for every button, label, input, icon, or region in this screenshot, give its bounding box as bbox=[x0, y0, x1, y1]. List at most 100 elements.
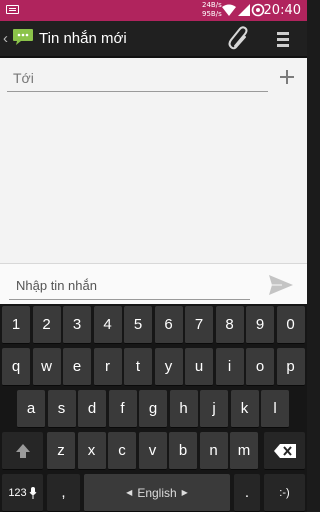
key-label: u bbox=[194, 358, 204, 375]
key-label: q bbox=[11, 358, 21, 375]
period-key[interactable]: . bbox=[234, 474, 260, 512]
key-r[interactable]: r bbox=[93, 348, 122, 386]
message-field[interactable] bbox=[9, 273, 250, 300]
send-icon[interactable] bbox=[268, 274, 294, 296]
comma-key-label: , bbox=[61, 484, 66, 501]
page-title: Tin nhắn mới bbox=[39, 30, 127, 47]
key-o[interactable]: o bbox=[246, 348, 274, 386]
key-h[interactable]: h bbox=[169, 390, 198, 428]
key-5[interactable]: 5 bbox=[124, 306, 152, 344]
key-label: 3 bbox=[72, 316, 82, 333]
key-label: 0 bbox=[286, 316, 295, 333]
key-x[interactable]: x bbox=[77, 432, 106, 470]
symbols-key-label: 123 bbox=[8, 486, 27, 499]
key-label: l bbox=[273, 400, 277, 417]
action-bar: ‹ Tin nhắn mới bbox=[0, 21, 307, 58]
backspace-icon bbox=[273, 443, 296, 458]
key-0[interactable]: 0 bbox=[276, 306, 305, 344]
status-bar: 24B/s 95B/s 20:40 bbox=[0, 0, 307, 21]
key-m[interactable]: m bbox=[230, 432, 258, 470]
backspace-key[interactable] bbox=[264, 432, 305, 470]
key-y[interactable]: y bbox=[154, 348, 183, 386]
key-label: a bbox=[26, 400, 36, 417]
key-1[interactable]: 1 bbox=[2, 306, 30, 344]
key-label: k bbox=[240, 400, 249, 417]
key-a[interactable]: a bbox=[17, 390, 45, 428]
key-q[interactable]: q bbox=[2, 348, 30, 386]
key-label: p bbox=[286, 358, 295, 375]
key-label: 6 bbox=[164, 316, 173, 333]
signal-icon bbox=[238, 4, 250, 16]
key-4[interactable]: 4 bbox=[93, 306, 122, 344]
key-w[interactable]: w bbox=[32, 348, 61, 386]
key-p[interactable]: p bbox=[276, 348, 305, 386]
language-left-arrow-icon: ◀ bbox=[126, 488, 133, 497]
key-label: t bbox=[135, 358, 141, 375]
smiley-key-label: :-) bbox=[279, 486, 290, 499]
key-label: 4 bbox=[103, 316, 112, 333]
keyboard-indicator-icon bbox=[6, 5, 19, 14]
compose-bar bbox=[0, 263, 307, 304]
symbols-key[interactable]: 123 bbox=[2, 474, 43, 512]
key-label: e bbox=[72, 358, 82, 375]
paperclip-icon[interactable] bbox=[227, 26, 253, 52]
key-n[interactable]: n bbox=[199, 432, 228, 470]
key-label: h bbox=[179, 400, 188, 417]
wifi-icon bbox=[222, 4, 236, 16]
language-right-arrow-icon: ▶ bbox=[181, 488, 188, 497]
menu-icon[interactable] bbox=[274, 30, 292, 48]
recipient-input[interactable] bbox=[7, 66, 268, 90]
key-c[interactable]: c bbox=[108, 432, 136, 470]
back-chevron-icon[interactable]: ‹ bbox=[3, 30, 8, 47]
key-d[interactable]: d bbox=[78, 390, 106, 428]
space-key[interactable]: ◀ English ▶ bbox=[84, 474, 230, 512]
recipient-field[interactable] bbox=[7, 66, 268, 92]
add-contact-icon[interactable] bbox=[278, 68, 296, 86]
key-e[interactable]: e bbox=[63, 348, 91, 386]
key-2[interactable]: 2 bbox=[32, 306, 61, 344]
key-3[interactable]: 3 bbox=[63, 306, 91, 344]
key-9[interactable]: 9 bbox=[246, 306, 274, 344]
key-8[interactable]: 8 bbox=[215, 306, 244, 344]
key-u[interactable]: u bbox=[185, 348, 213, 386]
key-label: 9 bbox=[255, 316, 265, 333]
key-s[interactable]: s bbox=[47, 390, 76, 428]
key-z[interactable]: z bbox=[47, 432, 75, 470]
key-label: d bbox=[87, 400, 97, 417]
key-label: z bbox=[57, 442, 65, 459]
key-label: s bbox=[57, 400, 66, 417]
key-j[interactable]: j bbox=[200, 390, 228, 428]
key-g[interactable]: g bbox=[139, 390, 167, 428]
key-label: x bbox=[87, 442, 96, 459]
key-b[interactable]: b bbox=[169, 432, 197, 470]
key-label: 7 bbox=[194, 316, 204, 333]
key-7[interactable]: 7 bbox=[185, 306, 213, 344]
clock: 20:40 bbox=[263, 3, 301, 18]
download-speed: 95B/s bbox=[202, 10, 222, 18]
messaging-app-icon[interactable] bbox=[12, 26, 34, 48]
space-key-label: English bbox=[137, 485, 177, 500]
key-f[interactable]: f bbox=[108, 390, 137, 428]
key-label: f bbox=[120, 400, 125, 417]
network-speeds: 24B/s 95B/s bbox=[202, 1, 222, 19]
key-label: j bbox=[212, 400, 216, 417]
key-label: w bbox=[41, 358, 52, 375]
key-t[interactable]: t bbox=[124, 348, 152, 386]
upload-speed: 24B/s bbox=[202, 1, 222, 9]
comma-key[interactable]: , bbox=[47, 474, 80, 512]
key-l[interactable]: l bbox=[261, 390, 289, 428]
key-label: c bbox=[118, 442, 126, 459]
key-i[interactable]: i bbox=[215, 348, 244, 386]
message-input[interactable] bbox=[9, 273, 250, 298]
period-key-label: . bbox=[244, 484, 250, 501]
key-label: 5 bbox=[133, 316, 143, 333]
key-label: 1 bbox=[11, 316, 21, 333]
smiley-key[interactable]: :-) bbox=[264, 474, 305, 512]
shift-key[interactable] bbox=[2, 432, 43, 470]
key-label: r bbox=[105, 358, 110, 375]
key-k[interactable]: k bbox=[230, 390, 259, 428]
key-6[interactable]: 6 bbox=[154, 306, 183, 344]
key-label: 2 bbox=[42, 316, 51, 333]
key-v[interactable]: v bbox=[138, 432, 167, 470]
key-label: 8 bbox=[225, 316, 234, 333]
